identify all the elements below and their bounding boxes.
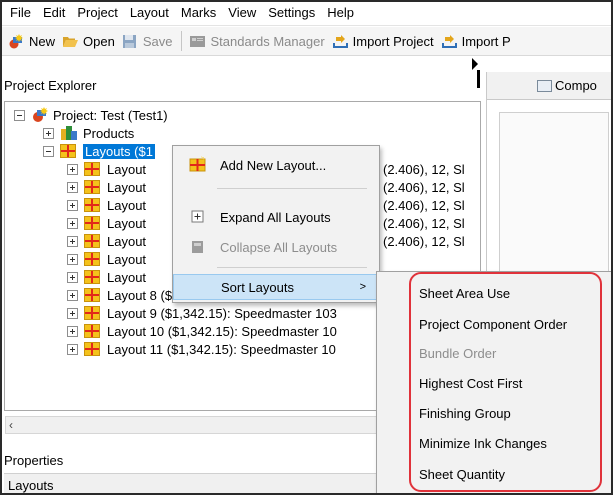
add-layout-icon <box>189 156 206 172</box>
layout-detail: (2.406), 12, Sl <box>383 233 465 249</box>
tree-node-layout[interactable]: Layout <box>67 268 146 286</box>
menu-item-expand-all[interactable]: Expand All Layouts <box>173 204 379 230</box>
sort-option-finishing-group[interactable]: Finishing Group <box>419 406 511 421</box>
menu-item-collapse-all[interactable]: Collapse All Layouts <box>173 234 379 260</box>
submenu-arrow-icon: > <box>359 281 366 293</box>
layouts-context-menu: Add New Layout... Expand All Layouts Col… <box>172 145 380 303</box>
import-icon <box>441 34 458 49</box>
layout-icon <box>84 162 100 176</box>
layout-icon <box>84 288 100 302</box>
layout-icon <box>84 180 100 194</box>
sort-option-bundle-order[interactable]: Bundle Order <box>419 346 496 361</box>
expand-icon[interactable] <box>67 181 78 193</box>
tree-node-products[interactable]: Products <box>43 124 134 142</box>
tree-node-layout[interactable]: Layout <box>67 232 146 250</box>
layout-icon <box>84 342 100 356</box>
standards-manager-button[interactable]: Standards Manager <box>189 34 325 49</box>
menu-view[interactable]: View <box>228 5 256 20</box>
new-project-icon <box>8 33 25 49</box>
tree-node-layout[interactable]: Layout <box>67 196 146 214</box>
menu-item-add-new-layout[interactable]: Add New Layout... <box>173 152 379 178</box>
menu-project[interactable]: Project <box>77 5 117 20</box>
tree-node-layout-11[interactable]: Layout 11 ($1,342.15): Speedmaster 10 <box>67 340 336 358</box>
project-explorer-title: Project Explorer <box>4 78 97 93</box>
import-project-button[interactable]: Import Project <box>332 34 434 49</box>
menu-layout[interactable]: Layout <box>130 5 169 20</box>
save-disk-icon <box>122 34 139 49</box>
menu-separator <box>217 188 367 189</box>
properties-title: Properties <box>4 453 64 468</box>
expand-all-icon <box>189 209 206 225</box>
expand-icon[interactable] <box>67 163 78 175</box>
tree-node-layout-10[interactable]: Layout 10 ($1,342.15): Speedmaster 10 <box>67 322 337 340</box>
toolbar: New Open Save Standards Manager Import P… <box>0 27 613 56</box>
menu-item-sort-layouts[interactable]: Sort Layouts > <box>173 274 379 300</box>
tree-node-layout[interactable]: Layout <box>67 214 146 232</box>
menu-settings[interactable]: Settings <box>268 5 315 20</box>
collapse-icon[interactable] <box>14 109 25 121</box>
layout-detail: (2.406), 12, Sl <box>383 161 465 177</box>
standards-manager-icon <box>189 34 206 49</box>
menu-bar: File Edit Project Layout Marks View Sett… <box>0 0 613 26</box>
expand-icon[interactable] <box>67 199 78 211</box>
tree-node-layouts[interactable]: Layouts ($1 <box>43 142 155 160</box>
expand-icon[interactable] <box>67 343 78 355</box>
sort-option-project-component-order[interactable]: Project Component Order <box>419 317 567 332</box>
toolbar-separator <box>181 31 183 51</box>
expand-icon[interactable] <box>67 253 78 265</box>
expand-icon[interactable] <box>43 127 54 139</box>
layout-icon <box>84 252 100 266</box>
sort-layouts-submenu: Sheet Area Use Project Component Order B… <box>376 271 613 495</box>
tree-node-project[interactable]: Project: Test (Test1) <box>14 106 168 124</box>
expand-icon[interactable] <box>67 325 78 337</box>
expand-icon[interactable] <box>67 217 78 229</box>
layout-detail: (2.406), 12, Sl <box>383 215 465 231</box>
open-button[interactable]: Open <box>62 34 115 49</box>
expand-icon[interactable] <box>67 271 78 283</box>
expand-icon[interactable] <box>67 289 78 301</box>
layout-icon <box>84 270 100 284</box>
menu-file[interactable]: File <box>10 5 31 20</box>
tree-node-layout[interactable]: Layout <box>67 178 146 196</box>
save-button[interactable]: Save <box>122 34 172 49</box>
layout-icon <box>84 234 100 248</box>
tab-components[interactable]: Compo <box>486 72 613 100</box>
collapse-icon[interactable] <box>43 145 54 157</box>
tree-node-layout[interactable]: Layout <box>67 250 146 268</box>
sort-option-highest-cost-first[interactable]: Highest Cost First <box>419 376 522 391</box>
menu-separator <box>217 267 367 268</box>
sort-option-minimize-ink-changes[interactable]: Minimize Ink Changes <box>419 436 547 451</box>
menu-edit[interactable]: Edit <box>43 5 65 20</box>
products-icon <box>60 125 78 141</box>
tree-node-layout[interactable]: Layout <box>67 160 146 178</box>
layout-detail: (2.406), 12, Sl <box>383 179 465 195</box>
import-button-partial[interactable]: Import P <box>441 34 511 49</box>
layout-icon <box>84 216 100 230</box>
layouts-folder-icon <box>60 144 76 158</box>
expand-icon[interactable] <box>67 235 78 247</box>
tree-node-layout-9[interactable]: Layout 9 ($1,342.15): Speedmaster 103 <box>67 304 337 322</box>
layout-detail: (2.406), 12, Sl <box>383 197 465 213</box>
new-button[interactable]: New <box>8 33 55 49</box>
expand-icon[interactable] <box>67 307 78 319</box>
splitter-arrows[interactable] <box>472 58 480 88</box>
import-project-icon <box>332 34 349 49</box>
menu-help[interactable]: Help <box>327 5 354 20</box>
layout-icon <box>84 306 100 320</box>
layouts-label-selected: Layouts ($1 <box>83 143 155 159</box>
menu-marks[interactable]: Marks <box>181 5 216 20</box>
sort-option-sheet-area-use[interactable]: Sheet Area Use <box>419 286 510 301</box>
project-icon <box>31 107 49 123</box>
scroll-left-icon[interactable]: ‹ <box>9 418 13 432</box>
collapse-all-icon <box>189 239 206 255</box>
component-list-icon <box>537 80 552 92</box>
layout-icon <box>84 198 100 212</box>
folder-open-icon <box>62 34 79 49</box>
layout-icon <box>84 324 100 338</box>
sort-option-sheet-quantity[interactable]: Sheet Quantity <box>419 467 505 482</box>
